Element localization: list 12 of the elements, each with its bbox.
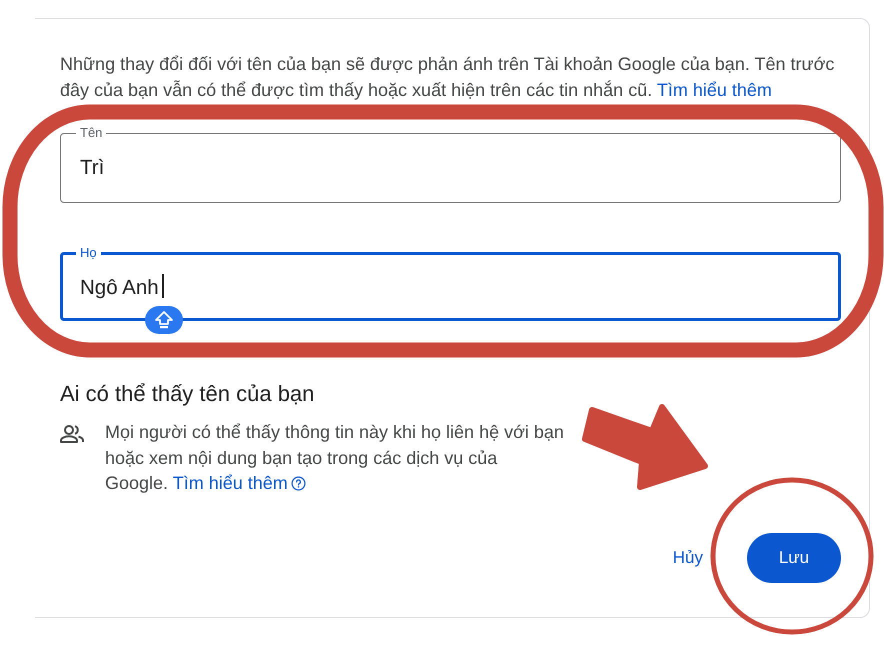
save-button[interactable]: Lưu <box>747 533 841 583</box>
name-field[interactable]: Họ Ngô Anh <box>60 245 841 321</box>
notice-text: Những thay đổi đối với tên của bạn sẽ được phản ánh trên Tài khoản Google của bạn. Tên trước đây của bạn vẫn có thể được tìm thấy hoặc xuất hiện trên các tin nhắn cũ. Tìm hiểu thêm <box>60 53 836 102</box>
people-icon <box>60 424 84 444</box>
learn-more-link[interactable]: Tìm hiểu thêm <box>172 473 306 493</box>
text-cursor <box>162 274 164 298</box>
help-icon <box>290 476 306 491</box>
visibility-description: Mọi người có thể thấy thông tin này khi họ liên hệ với bạn hoặc xem nội dung bạn tạo trong các dịch vụ của Google. Tìm hiểu thêm <box>105 421 565 495</box>
learn-more-link[interactable]: Tìm hiểu thêm <box>656 80 772 100</box>
cancel-button[interactable]: Hủy <box>668 540 707 576</box>
section-title: Ai có thể thấy tên của bạn <box>60 381 316 407</box>
name-field[interactable]: Tên Trì <box>60 125 841 203</box>
